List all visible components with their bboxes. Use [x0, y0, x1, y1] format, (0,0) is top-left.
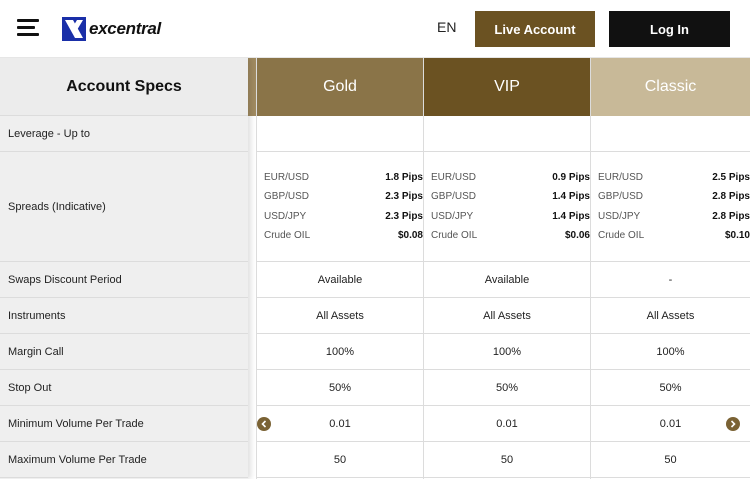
spread-value: $0.06 [564, 230, 590, 242]
chevron-left-icon [261, 420, 267, 428]
spread-row: GBP/USD 2.8 Pips [598, 187, 750, 207]
spread-value: 2.3 Pips [385, 210, 423, 222]
spread-pair: USD/JPY [598, 210, 641, 222]
cell-stop-out: 50% [424, 370, 590, 406]
cell-spreads: EUR/USD 1.8 Pips GBP/USD 2.3 Pips USD/JPY 2… [257, 152, 423, 262]
cell-max-volume: 50 [424, 442, 590, 478]
cell-swaps: Available [257, 262, 423, 298]
cell-leverage [591, 116, 750, 152]
spread-pair: GBP/USD [431, 191, 477, 203]
spread-value: $0.10 [724, 230, 750, 242]
spread-row: USD/JPY 2.3 Pips [264, 207, 423, 227]
cell-swaps: Available [424, 262, 590, 298]
cell-instruments: All Assets [257, 298, 423, 334]
cell-spreads: EUR/USD 0.9 Pips GBP/USD 1.4 Pips USD/JPY 1… [424, 152, 590, 262]
plan-column-gold: Gold EUR/USD 1.8 Pips GBP/USD 2.3 Pips USD… [256, 58, 423, 479]
plan-column-classic: Classic EUR/USD 2.5 Pips GBP/USD 2.8 Pips … [590, 58, 750, 479]
spread-pair: EUR/USD [431, 171, 477, 183]
row-label-instruments: Instruments [0, 298, 248, 334]
cell-margin-call: 100% [591, 334, 750, 370]
cell-instruments: All Assets [424, 298, 590, 334]
cell-stop-out: 50% [257, 370, 423, 406]
login-button[interactable]: Log In [609, 11, 730, 47]
spread-pair: USD/JPY [264, 210, 307, 222]
row-label-swaps: Swaps Discount Period [0, 262, 248, 298]
cell-max-volume: 50 [257, 442, 423, 478]
scroll-left-button[interactable] [257, 417, 271, 431]
scroll-right-button[interactable] [726, 417, 740, 431]
spread-row: EUR/USD 1.8 Pips [264, 168, 423, 188]
cell-min-volume: 0.01 [257, 406, 423, 442]
row-label-max-volume: Maximum Volume Per Trade [0, 442, 248, 478]
logo-mark-icon [62, 17, 86, 41]
specs-title: Account Specs [0, 58, 248, 116]
spread-pair: EUR/USD [598, 171, 644, 183]
language-selector[interactable]: EN [437, 19, 456, 35]
logo[interactable]: excentral [62, 17, 161, 41]
cell-leverage [257, 116, 423, 152]
spread-pair: USD/JPY [431, 210, 474, 222]
spread-row: Crude OIL $0.10 [598, 226, 750, 246]
spread-pair: Crude OIL [598, 230, 645, 242]
spread-row: USD/JPY 2.8 Pips [598, 207, 750, 227]
row-label-leverage: Leverage - Up to [0, 116, 248, 152]
spread-value: 2.8 Pips [712, 191, 750, 203]
spread-value: 1.4 Pips [552, 210, 590, 222]
spread-value: 1.4 Pips [552, 191, 590, 203]
account-specs-table: Account Specs Leverage - Up to Spreads (… [0, 58, 750, 479]
spread-row: GBP/USD 2.3 Pips [264, 187, 423, 207]
plan-header-gold[interactable]: Gold [257, 58, 423, 116]
spread-row: USD/JPY 1.4 Pips [431, 207, 590, 227]
spread-pair: Crude OIL [431, 230, 478, 242]
cell-leverage [424, 116, 590, 152]
plan-header-vip[interactable]: VIP [424, 58, 590, 116]
spread-row: EUR/USD 2.5 Pips [598, 168, 750, 188]
plan-column-vip: VIP EUR/USD 0.9 Pips GBP/USD 1.4 Pips USD/… [423, 58, 590, 479]
chevron-right-icon [730, 420, 736, 428]
cell-min-volume: 0.01 [424, 406, 590, 442]
spread-pair: Crude OIL [264, 230, 311, 242]
cell-max-volume: 50 [591, 442, 750, 478]
cell-margin-call: 100% [257, 334, 423, 370]
logo-text: excentral [89, 19, 161, 38]
cell-instruments: All Assets [591, 298, 750, 334]
row-label-stop-out: Stop Out [0, 370, 248, 406]
spread-row: EUR/USD 0.9 Pips [431, 168, 590, 188]
specs-label-column: Account Specs Leverage - Up to Spreads (… [0, 58, 248, 479]
cell-spreads: EUR/USD 2.5 Pips GBP/USD 2.8 Pips USD/JPY 2… [591, 152, 750, 262]
plan-header-classic[interactable]: Classic [591, 58, 750, 116]
spread-row: Crude OIL $0.08 [264, 226, 423, 246]
spread-value: 1.8 Pips [385, 171, 423, 183]
plans-columns: Gold EUR/USD 1.8 Pips GBP/USD 2.3 Pips USD… [256, 58, 750, 479]
menu-icon[interactable] [17, 19, 41, 39]
spread-value: 2.3 Pips [385, 191, 423, 203]
cell-margin-call: 100% [424, 334, 590, 370]
spread-value: 2.5 Pips [712, 171, 750, 183]
spread-pair: GBP/USD [598, 191, 644, 203]
top-header: excentral EN Live Account Log In [0, 0, 750, 58]
cell-swaps: - [591, 262, 750, 298]
spread-value: $0.08 [397, 230, 423, 242]
spread-value: 0.9 Pips [552, 171, 590, 183]
spread-row: Crude OIL $0.06 [431, 226, 590, 246]
spread-pair: GBP/USD [264, 191, 310, 203]
live-account-button[interactable]: Live Account [475, 11, 595, 47]
spread-row: GBP/USD 1.4 Pips [431, 187, 590, 207]
cell-stop-out: 50% [591, 370, 750, 406]
spread-value: 2.8 Pips [712, 210, 750, 222]
row-label-margin-call: Margin Call [0, 334, 248, 370]
header-gap [248, 58, 256, 116]
spread-pair: EUR/USD [264, 171, 310, 183]
row-label-spreads: Spreads (Indicative) [0, 152, 248, 262]
row-label-min-volume: Minimum Volume Per Trade [0, 406, 248, 442]
